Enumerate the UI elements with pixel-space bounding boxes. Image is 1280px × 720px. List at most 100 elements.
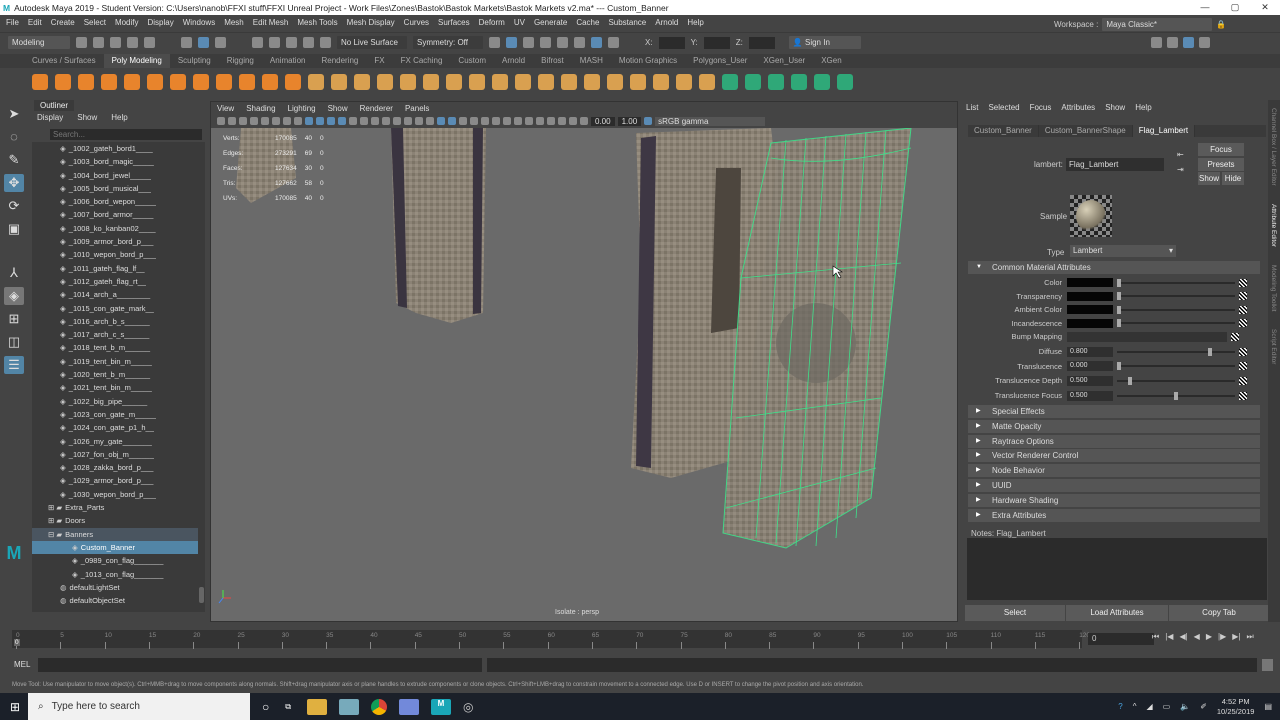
pen-icon[interactable]: ✐	[1200, 702, 1207, 711]
outliner-item[interactable]: ◈ _1008_ko_kanban02____	[32, 222, 198, 235]
menu-deform[interactable]: Deform	[479, 18, 505, 27]
bridge-icon[interactable]	[423, 73, 439, 90]
section-matte-opacity[interactable]: Matte Opacity	[968, 419, 1260, 433]
outliner-item[interactable]: ◈ _1021_tent_bin_m_____	[32, 381, 198, 394]
attr-value-field[interactable]: 0.000	[1067, 361, 1113, 372]
platonic-icon[interactable]	[193, 73, 209, 90]
outliner-item[interactable]: ◈ _1024_con_gate_p1_h__	[32, 421, 198, 434]
go-to-end-button[interactable]: ⏭	[1246, 632, 1253, 642]
volume-icon[interactable]: 🔈	[1180, 702, 1190, 711]
viewport-tool-7-icon[interactable]	[294, 117, 302, 125]
center-pivot-icon[interactable]	[791, 73, 807, 90]
render-settings-icon[interactable]	[574, 37, 585, 48]
uv-layout-icon[interactable]	[699, 73, 715, 90]
viewport-tool-4-icon[interactable]	[261, 117, 269, 125]
menu-create[interactable]: Create	[51, 18, 75, 27]
copy-tab-button[interactable]: Copy Tab	[1169, 605, 1269, 621]
viewport-tool-24-icon[interactable]	[481, 117, 489, 125]
current-time-marker[interactable]: 0	[14, 639, 20, 646]
viewport-tool-17-icon[interactable]	[404, 117, 412, 125]
single-perspective-layout-icon[interactable]: ◈	[4, 287, 24, 305]
outliner-item[interactable]: ◈ _1016_arch_b_s______	[32, 315, 198, 328]
snap-view-icon[interactable]	[303, 37, 314, 48]
shelf-tab-motion-graphics[interactable]: Motion Graphics	[611, 54, 685, 68]
character-controls-icon[interactable]	[1167, 37, 1178, 48]
attr-slider[interactable]	[1117, 278, 1235, 287]
attribute-editor-toggle-icon[interactable]	[1183, 37, 1194, 48]
minimize-button[interactable]: —	[1190, 0, 1220, 15]
show-button[interactable]: Show	[1198, 172, 1220, 185]
shelf-tab-arnold[interactable]: Arnold	[494, 54, 533, 68]
viewport-tool-27-icon[interactable]	[514, 117, 522, 125]
map-texture-icon[interactable]	[1239, 362, 1247, 371]
viewport-tool-6-icon[interactable]	[283, 117, 291, 125]
viewport-menu-lighting[interactable]: Lighting	[288, 104, 316, 113]
shelf-tab-rigging[interactable]: Rigging	[219, 54, 262, 68]
snap-icon[interactable]	[837, 73, 853, 90]
new-scene-icon[interactable]	[76, 37, 87, 48]
outliner-item[interactable]: ◈ _1014_arch_a________	[32, 288, 198, 301]
viewport-tool-15-icon[interactable]	[382, 117, 390, 125]
viewport-menu-renderer[interactable]: Renderer	[360, 104, 393, 113]
scale-tool-icon[interactable]: ▣	[4, 220, 24, 238]
shelf-tab-bifrost[interactable]: Bifrost	[533, 54, 572, 68]
outliner-item[interactable]: ◈ _1002_gateh_bord1____	[32, 142, 198, 155]
smooth-icon[interactable]	[331, 73, 347, 90]
freeze-icon[interactable]	[768, 73, 784, 90]
menu-edit-mesh[interactable]: Edit Mesh	[253, 18, 289, 27]
menu-display[interactable]: Display	[148, 18, 174, 27]
viewport-tool-13-icon[interactable]	[360, 117, 368, 125]
outliner-item[interactable]: ◈ _1027_fon_obj_m______	[32, 448, 198, 461]
target-weld-icon[interactable]	[561, 73, 577, 90]
ae-menu-show[interactable]: Show	[1105, 103, 1125, 112]
attr-slider[interactable]	[1117, 362, 1235, 371]
shelf-tab-curves-surfaces[interactable]: Curves / Surfaces	[24, 54, 104, 68]
viewport-tool-23-icon[interactable]	[470, 117, 478, 125]
help-tray-icon[interactable]: ?	[1118, 702, 1122, 711]
node-name-field[interactable]: Flag_Lambert	[1066, 158, 1164, 171]
ae-tab-custom-banner[interactable]: Custom_Banner	[968, 125, 1039, 137]
cube-icon[interactable]	[55, 73, 71, 90]
multi-cut-icon[interactable]	[538, 73, 554, 90]
y-field[interactable]	[703, 36, 730, 49]
outliner-item[interactable]: ◈ _1017_arch_c_s______	[32, 328, 198, 341]
section-common-material-attributes[interactable]: Common Material Attributes	[968, 261, 1260, 274]
viewport-tool-2-icon[interactable]	[239, 117, 247, 125]
presets-button[interactable]: Presets	[1198, 158, 1244, 171]
viewport-tool-30-icon[interactable]	[547, 117, 555, 125]
wifi-icon[interactable]: ◢	[1147, 702, 1153, 711]
load-attributes-button[interactable]: Load Attributes	[1066, 605, 1168, 621]
attr-slider[interactable]	[1117, 292, 1235, 300]
shelf-tab-fx[interactable]: FX	[366, 54, 392, 68]
menu-uv[interactable]: UV	[514, 18, 525, 27]
slider-handle[interactable]	[1128, 376, 1133, 385]
planar-uv-icon[interactable]	[630, 73, 646, 90]
lasso-tool-icon[interactable]: ◌	[4, 128, 24, 146]
menu-cache[interactable]: Cache	[576, 18, 599, 27]
slider-handle[interactable]	[1208, 347, 1213, 356]
viewport-tool-16-icon[interactable]	[393, 117, 401, 125]
shelf-tab-animation[interactable]: Animation	[262, 54, 314, 68]
slider-handle[interactable]	[1117, 362, 1121, 371]
outliner-item[interactable]: ◈ _1026_my_gate_______	[32, 435, 198, 448]
battery-icon[interactable]: ▭	[1163, 702, 1171, 711]
hypershade-icon[interactable]	[591, 37, 602, 48]
chevron-up-icon[interactable]: ^	[1133, 702, 1137, 711]
plane-icon[interactable]	[147, 73, 163, 90]
viewport-tool-26-icon[interactable]	[503, 117, 511, 125]
shelf-tab-fx-caching[interactable]: FX Caching	[393, 54, 451, 68]
viewport-tool-19-icon[interactable]	[426, 117, 434, 125]
slider-handle[interactable]	[1117, 305, 1121, 314]
viewport-tool-28-icon[interactable]	[525, 117, 533, 125]
slider-handle[interactable]	[1117, 319, 1121, 327]
connect-icon[interactable]	[584, 73, 600, 90]
quad-draw-icon[interactable]	[607, 73, 623, 90]
shelf-tab-xgen[interactable]: XGen	[813, 54, 849, 68]
fill-hole-icon[interactable]	[492, 73, 508, 90]
outliner-scrollbar[interactable]	[198, 142, 205, 612]
step-back-frame-button[interactable]: ◀|	[1179, 632, 1187, 642]
lock-icon[interactable]: 🔒	[1216, 20, 1226, 29]
outliner-item[interactable]: ◈ _1015_con_gate_mark__	[32, 302, 198, 315]
shelf-tab-xgen-user[interactable]: XGen_User	[755, 54, 813, 68]
viewport-tool-22-icon[interactable]	[459, 117, 467, 125]
